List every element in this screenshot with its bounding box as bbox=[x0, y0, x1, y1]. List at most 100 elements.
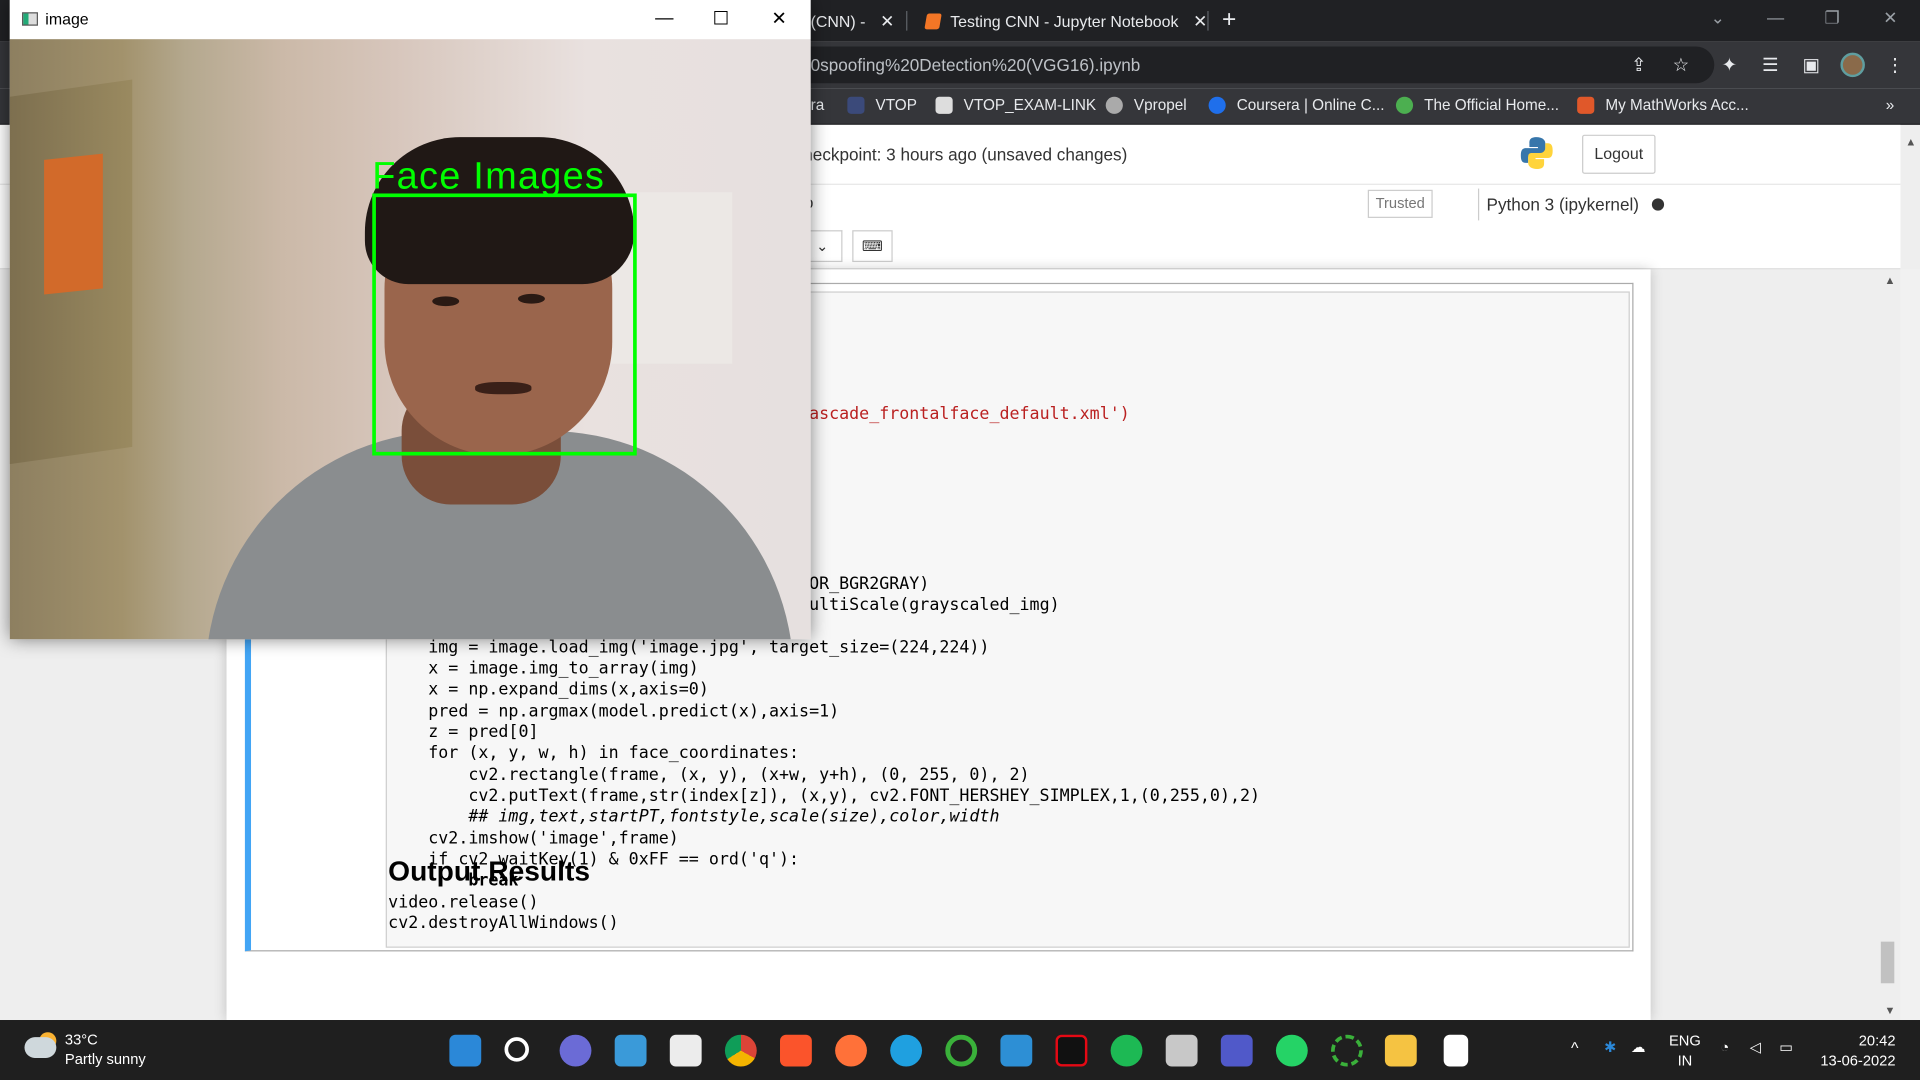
code-line: for (x, y, w, h) in face_coordinates: bbox=[388, 743, 800, 763]
image-icon bbox=[935, 96, 953, 114]
bookmark-label: Coursera | Online C... bbox=[1236, 96, 1385, 114]
search-icon[interactable] bbox=[504, 1037, 529, 1062]
store-icon[interactable] bbox=[669, 1034, 702, 1067]
code-line: pred = np.argmax(model.predict(x),axis=1… bbox=[388, 701, 840, 722]
kernel-name: Python 3 (ipykernel) bbox=[1486, 194, 1640, 215]
scrollbar[interactable] bbox=[1900, 269, 1920, 1021]
spotify-icon[interactable] bbox=[1110, 1034, 1143, 1067]
bookmark-label: The Official Home... bbox=[1424, 96, 1560, 114]
bookmark-official-home[interactable]: The Official Home... bbox=[1395, 96, 1560, 114]
notepad-icon[interactable] bbox=[1443, 1034, 1469, 1067]
opencv-image-window[interactable]: image — ☐ ✕ Face Images bbox=[9, 0, 811, 640]
extensions-icon[interactable]: ✦ bbox=[1722, 54, 1737, 76]
code-line: x = image.img_to_array(img) bbox=[388, 658, 699, 679]
tab-testing-cnn[interactable]: Testing CNN - Jupyter Notebook ✕ bbox=[924, 0, 1208, 42]
code-line: cv2.putText(frame,str(index[z]), (x,y), … bbox=[388, 786, 1261, 806]
windows-start-icon[interactable] bbox=[449, 1034, 482, 1067]
netflix-icon[interactable] bbox=[1055, 1034, 1088, 1067]
snipping-tool-icon[interactable] bbox=[1165, 1034, 1198, 1067]
date: 13-06-2022 bbox=[1820, 1051, 1896, 1069]
page-scroll-up-icon[interactable]: ▲ bbox=[1905, 136, 1916, 148]
window-titlebar[interactable]: image — ☐ ✕ bbox=[9, 0, 811, 40]
bookmark-label: ra bbox=[810, 96, 825, 114]
code-line: video.release() bbox=[388, 892, 539, 913]
vscode-icon[interactable] bbox=[1000, 1034, 1033, 1067]
checkpoint-status: heckpoint: 3 hours ago (unsaved changes) bbox=[803, 144, 1128, 165]
tab-separator bbox=[906, 11, 908, 31]
chat-icon[interactable] bbox=[559, 1034, 592, 1067]
minimize-icon[interactable]: — bbox=[1767, 7, 1784, 27]
avatar[interactable] bbox=[1840, 52, 1865, 78]
desktop: (CNN) - ✕ Testing CNN - Jupyter Notebook… bbox=[0, 0, 1920, 1080]
edge-icon[interactable] bbox=[890, 1034, 923, 1067]
bookmark-coursera[interactable]: Coursera | Online C... bbox=[1208, 96, 1385, 114]
onedrive-icon[interactable]: ☁ bbox=[1631, 1037, 1646, 1057]
trusted-badge[interactable]: Trusted bbox=[1367, 189, 1433, 218]
output-results-heading: Output Results bbox=[388, 854, 591, 887]
code-line: z = pred[0] bbox=[388, 722, 539, 743]
bookmark-label: VTOP bbox=[875, 96, 917, 114]
tab-cnn[interactable]: (CNN) - ✕ bbox=[811, 0, 895, 42]
desktop-icon[interactable] bbox=[614, 1034, 647, 1067]
python-logo-icon bbox=[1520, 137, 1553, 169]
code-line: cv2.rectangle(frame, (x, y), (x+w, y+h),… bbox=[388, 765, 1030, 785]
menu-icon[interactable]: ⋮ bbox=[1886, 54, 1904, 76]
scroll-down-icon[interactable]: ▼ bbox=[1885, 1004, 1896, 1016]
close-icon[interactable]: ✕ bbox=[880, 10, 894, 31]
region: IN bbox=[1677, 1051, 1693, 1069]
tray-overflow-icon[interactable]: ^ bbox=[1571, 1038, 1578, 1058]
bookmark-mathworks[interactable]: My MathWorks Acc... bbox=[1577, 96, 1749, 114]
whatsapp-icon[interactable] bbox=[1275, 1034, 1308, 1067]
bookmark-item[interactable]: ra bbox=[811, 97, 825, 114]
bookmarks-more-icon[interactable]: » bbox=[1886, 97, 1895, 114]
weather-condition: Partly sunny bbox=[64, 1050, 146, 1068]
refresh-app-icon[interactable] bbox=[945, 1034, 978, 1067]
logout-button[interactable]: Logout bbox=[1582, 134, 1656, 174]
site-icon bbox=[1395, 96, 1414, 114]
bluetooth-icon[interactable]: ✱ bbox=[1604, 1037, 1616, 1057]
brave-icon[interactable] bbox=[780, 1034, 812, 1067]
bookmark-vtop-exam[interactable]: VTOP_EXAM-LINK bbox=[935, 96, 1096, 114]
window-title: image bbox=[45, 9, 89, 29]
teams-icon[interactable] bbox=[1220, 1034, 1253, 1067]
minimize-icon[interactable]: — bbox=[655, 7, 673, 28]
jupyter-favicon-icon bbox=[924, 12, 942, 29]
clock[interactable]: 20:42 13-06-2022 bbox=[1820, 1031, 1896, 1070]
language-indicator[interactable]: ENG IN bbox=[1669, 1031, 1701, 1070]
code-line: cv2.imshow('image',frame) bbox=[388, 828, 679, 849]
kernel-status-icon bbox=[1651, 198, 1664, 211]
language: ENG bbox=[1668, 1032, 1701, 1050]
code-line: cv2.destroyAllWindows() bbox=[388, 913, 619, 934]
scrollbar-thumb[interactable] bbox=[1880, 941, 1895, 984]
file-explorer-icon[interactable] bbox=[1384, 1034, 1417, 1067]
spinner-app-icon[interactable] bbox=[1331, 1034, 1363, 1067]
scroll-up-icon[interactable]: ▲ bbox=[1885, 274, 1896, 286]
star-icon[interactable]: ☆ bbox=[1673, 54, 1689, 76]
new-tab-button[interactable]: + bbox=[1222, 6, 1236, 34]
wifi-icon[interactable]: ◔ bbox=[1720, 1037, 1729, 1057]
mathworks-icon bbox=[1577, 96, 1595, 114]
bookmark-vtop[interactable]: VTOP bbox=[847, 96, 917, 114]
tab-separator bbox=[1207, 11, 1209, 31]
volume-icon[interactable]: ◁ bbox=[1750, 1037, 1761, 1057]
vtop-icon bbox=[847, 96, 865, 114]
close-icon[interactable]: ✕ bbox=[771, 7, 786, 30]
reading-list-icon[interactable]: ☰ bbox=[1762, 54, 1778, 76]
keyboard-icon[interactable]: ⌨ bbox=[852, 230, 893, 263]
tab-label: (CNN) - bbox=[810, 11, 866, 31]
coursera-icon bbox=[1208, 96, 1226, 114]
bookmark-label: Vpropel bbox=[1133, 96, 1187, 114]
battery-icon[interactable]: ▭ bbox=[1779, 1037, 1793, 1057]
maximize-icon[interactable]: ☐ bbox=[713, 7, 729, 30]
chrome-icon[interactable] bbox=[724, 1034, 757, 1067]
code-comment: ## img,text,startPT,fontstyle,scale(size… bbox=[388, 806, 1000, 827]
restore-icon[interactable]: ❐ bbox=[1825, 7, 1840, 28]
close-icon[interactable]: ✕ bbox=[1193, 10, 1207, 31]
bookmark-vpropel[interactable]: Vpropel bbox=[1105, 96, 1187, 114]
close-window-icon[interactable]: ✕ bbox=[1883, 7, 1897, 28]
firefox-icon[interactable] bbox=[835, 1034, 867, 1067]
code-line: x = np.expand_dims(x,axis=0) bbox=[388, 679, 709, 700]
share-icon[interactable]: ⇪ bbox=[1631, 54, 1646, 76]
tab-search-icon[interactable]: ⌄ bbox=[1711, 7, 1725, 28]
side-panel-icon[interactable]: ▣ bbox=[1802, 54, 1819, 76]
